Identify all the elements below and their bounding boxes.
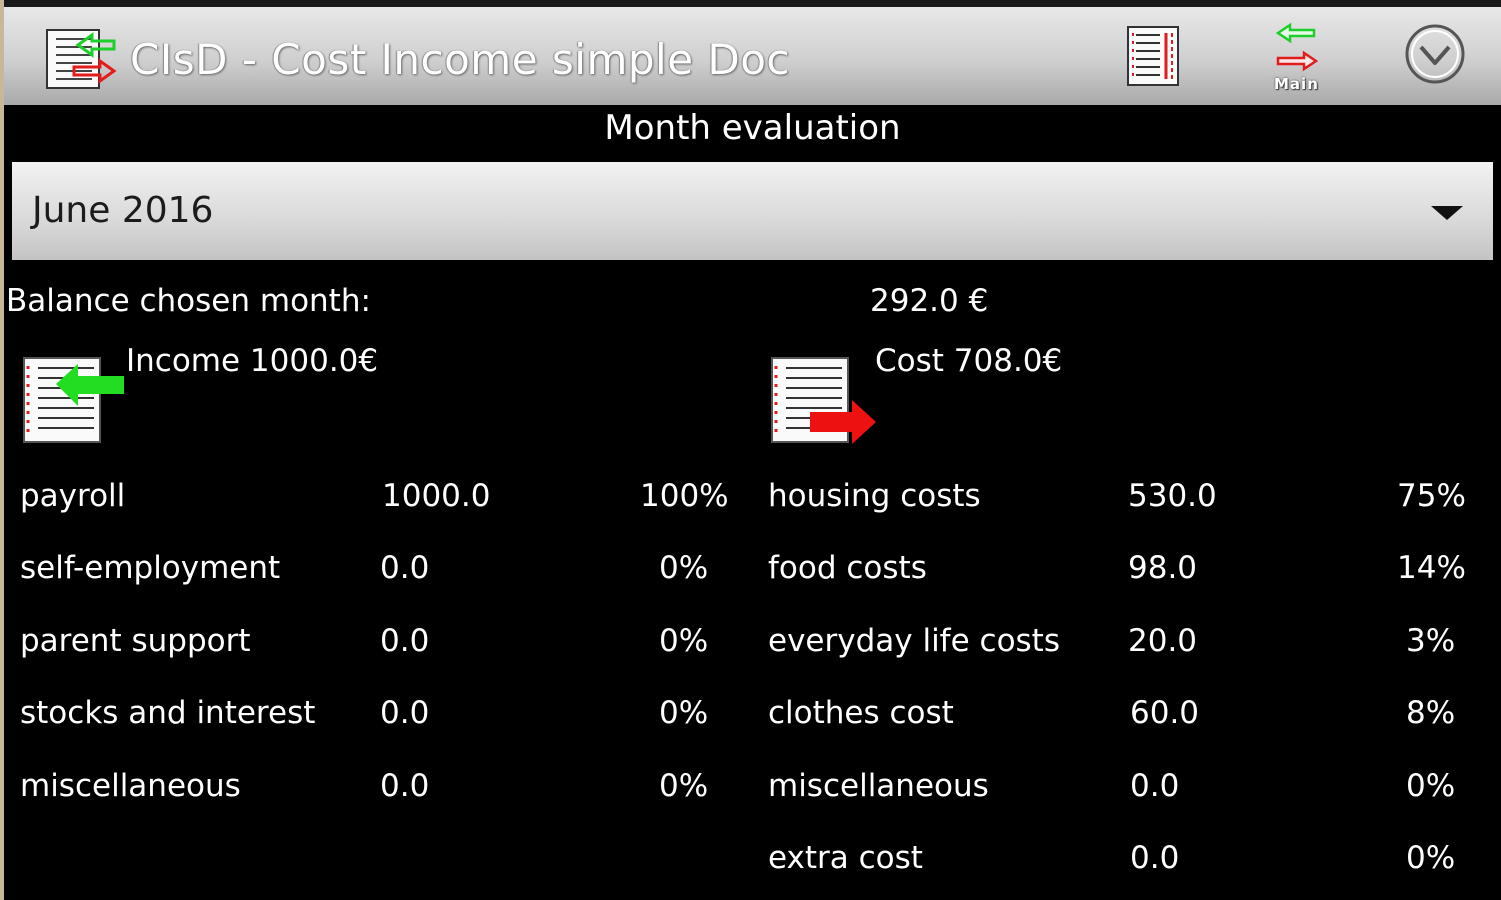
document-arrows-icon[interactable]: [44, 27, 120, 93]
income-row-amount: 1000.0: [382, 478, 491, 514]
page-subtitle: Month evaluation: [604, 108, 901, 148]
cost-row-label: clothes cost: [768, 695, 954, 731]
chevron-down-circle-icon[interactable]: [1404, 23, 1466, 85]
income-row-percent: 100%: [640, 478, 729, 514]
cost-row-amount: 98.0: [1128, 550, 1198, 586]
income-row-amount: 0.0: [380, 623, 430, 659]
cost-row-label: everyday life costs: [768, 623, 1060, 659]
action-bar: CIsD - Cost Income simple Doc Main: [4, 7, 1501, 105]
cost-header: Cost 708.0€: [875, 343, 1063, 379]
balance-value: 292.0 €: [870, 283, 989, 319]
income-header: Income 1000.0€: [126, 343, 379, 379]
month-select[interactable]: June 2016: [12, 162, 1493, 260]
cost-row-percent: 8%: [1406, 695, 1456, 731]
cost-document-icon[interactable]: [770, 354, 880, 446]
cost-row-amount: 0.0: [1130, 768, 1180, 804]
swap-arrows-icon: [1275, 22, 1319, 72]
cost-row-percent: 14%: [1397, 550, 1466, 586]
income-row-percent: 0%: [659, 695, 709, 731]
income-row-label: parent support: [20, 623, 251, 659]
cost-row-percent: 0%: [1406, 768, 1456, 804]
document-list-icon[interactable]: [1124, 25, 1184, 89]
cost-row-amount: 0.0: [1130, 840, 1180, 876]
app-window: CIsD - Cost Income simple Doc Main Month…: [4, 0, 1501, 900]
income-document-icon[interactable]: [22, 352, 132, 444]
month-select-value: June 2016: [32, 190, 214, 231]
main-label: Main: [1274, 75, 1319, 93]
cost-row-amount: 20.0: [1128, 623, 1198, 659]
income-row-amount: 0.0: [380, 550, 430, 586]
app-title: CIsD - Cost Income simple Doc: [130, 35, 791, 84]
balance-label: Balance chosen month:: [6, 283, 371, 319]
cost-row-label: housing costs: [768, 478, 981, 514]
income-row-percent: 0%: [659, 768, 709, 804]
cost-row-label: extra cost: [768, 840, 923, 876]
status-strip: [4, 0, 1501, 7]
income-row-label: stocks and interest: [20, 695, 316, 731]
income-row-percent: 0%: [659, 550, 709, 586]
cost-row-percent: 0%: [1406, 840, 1456, 876]
dropdown-caret-icon: [1431, 206, 1463, 220]
income-row-label: payroll: [20, 478, 126, 514]
cost-row-amount: 60.0: [1130, 695, 1200, 731]
income-row-amount: 0.0: [380, 695, 430, 731]
income-row-percent: 0%: [659, 623, 709, 659]
income-row-label: self-employment: [20, 550, 281, 586]
cost-row-percent: 75%: [1397, 478, 1466, 514]
cost-row-label: food costs: [768, 550, 927, 586]
income-row-label: miscellaneous: [20, 768, 241, 804]
income-row-amount: 0.0: [380, 768, 430, 804]
cost-row-label: miscellaneous: [768, 768, 989, 804]
main-button[interactable]: Main: [1270, 21, 1324, 97]
cost-row-amount: 530.0: [1128, 478, 1217, 514]
cost-row-percent: 3%: [1406, 623, 1456, 659]
